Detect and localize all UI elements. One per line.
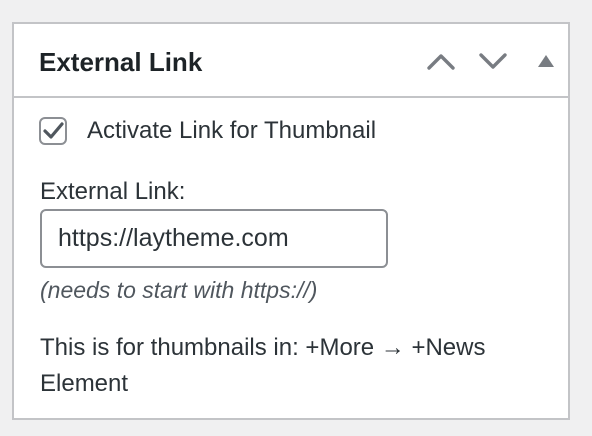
activate-link-label[interactable]: Activate Link for Thumbnail	[87, 115, 376, 147]
move-down-button[interactable]	[473, 41, 513, 81]
move-up-button[interactable]	[421, 41, 461, 81]
info-text: This is for thumbnails in: +More → +News…	[40, 334, 486, 397]
external-link-input[interactable]	[40, 209, 388, 268]
chevron-down-icon	[479, 53, 507, 69]
toggle-panel-button[interactable]	[526, 41, 566, 81]
panel-body: Activate Link for Thumbnail External Lin…	[14, 98, 568, 418]
panel-title: External Link	[39, 47, 203, 77]
checkmark-icon	[43, 122, 64, 139]
external-link-panel: External Link Activate Link for Thumbnai…	[12, 22, 570, 420]
activate-link-checkbox[interactable]	[39, 117, 67, 145]
triangle-up-icon	[538, 55, 554, 67]
chevron-up-icon	[427, 54, 455, 70]
url-hint-text: (needs to start with https://)	[40, 277, 318, 303]
panel-header: External Link	[14, 24, 568, 98]
external-link-field-label: External Link:	[40, 178, 186, 205]
